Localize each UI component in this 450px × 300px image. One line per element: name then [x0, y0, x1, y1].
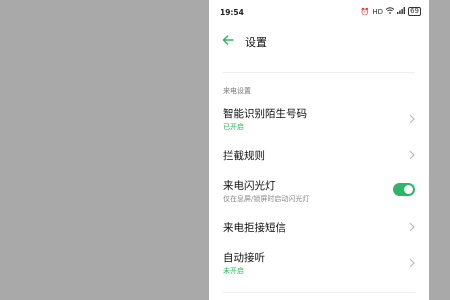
header: 设置 [209, 28, 429, 56]
section-label: 来电设置 [223, 87, 251, 95]
wifi-icon [385, 7, 395, 16]
chevron-right-icon [409, 150, 415, 160]
toggle-knob [404, 185, 413, 194]
status-bar: 19:54 ⏰ HD 69 [209, 0, 429, 26]
flash-toggle[interactable] [393, 183, 415, 196]
alarm-icon: ⏰ [360, 7, 370, 16]
row-title: 智能识别陌生号码 [223, 108, 307, 120]
row-title: 来电闪光灯 [223, 180, 276, 192]
setting-row-auto-answer[interactable]: 自动接听 未开启 [209, 246, 429, 282]
row-title: 拦截规则 [223, 150, 265, 162]
setting-row-reject-sms[interactable]: 来电拒接短信 [209, 214, 429, 240]
phone-screen: 19:54 ⏰ HD 69 设置 来电设置 智能识别陌生号码 已开启 拦截规则 [209, 0, 429, 300]
hd-icon: HD [372, 7, 384, 16]
signal-icon [397, 7, 406, 16]
setting-row-smart-identify[interactable]: 智能识别陌生号码 已开启 [209, 102, 429, 138]
setting-row-block-rules[interactable]: 拦截规则 [209, 142, 429, 168]
row-title: 自动接听 [223, 252, 265, 264]
chevron-right-icon [409, 222, 415, 232]
battery-icon: 69 [408, 7, 421, 16]
page-title: 设置 [245, 36, 267, 49]
chevron-right-icon [409, 258, 415, 268]
row-title: 来电拒接短信 [223, 222, 286, 234]
status-time: 19:54 [220, 8, 244, 17]
divider [223, 72, 415, 73]
chevron-right-icon [409, 114, 415, 124]
row-description: 仅在息屏/锁屏时启动闪光灯 [223, 195, 310, 203]
status-icons: ⏰ HD 69 [361, 7, 421, 16]
row-status: 已开启 [223, 123, 244, 131]
back-arrow-icon[interactable] [221, 33, 235, 47]
row-status: 未开启 [223, 267, 244, 275]
divider [223, 292, 415, 293]
setting-row-flash: 来电闪光灯 仅在息屏/锁屏时启动闪光灯 [209, 174, 429, 210]
